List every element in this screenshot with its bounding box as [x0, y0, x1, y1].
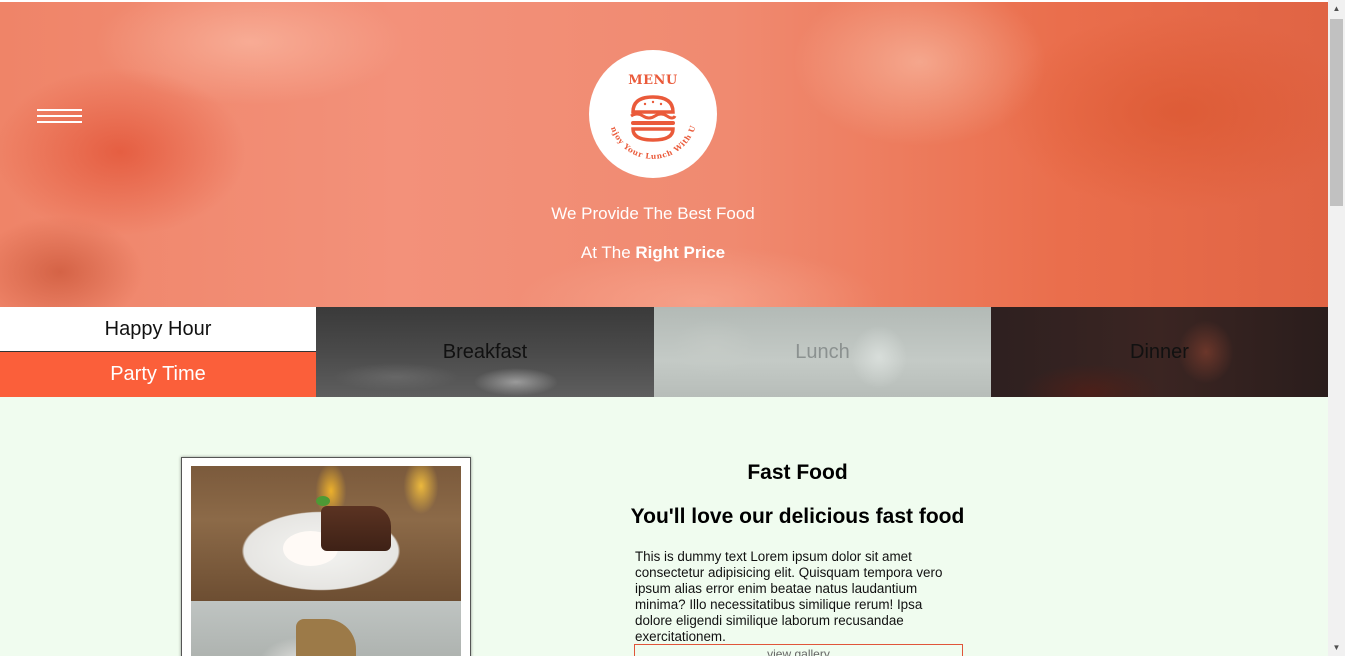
section-subtitle: You'll love our delicious fast food — [630, 505, 965, 528]
hamburger-menu-icon[interactable] — [37, 109, 82, 125]
page: MENU Enjoy Your Lunch With Us We Provi — [0, 0, 1328, 656]
happy-hour-button[interactable]: Happy Hour — [0, 307, 316, 352]
dinner-tile[interactable]: Dinner — [991, 307, 1328, 397]
meal-menu-bar: Happy Hour Party Time Breakfast Lunch Di… — [0, 307, 1328, 397]
section-title: Fast Food — [747, 461, 848, 484]
hero-banner: MENU Enjoy Your Lunch With Us We Provi — [0, 0, 1328, 307]
food-photo-card — [181, 457, 471, 656]
tagline-primary: We Provide The Best Food — [551, 204, 755, 223]
lunch-label: Lunch — [795, 341, 850, 363]
scroll-up-arrow-icon[interactable]: ▲ — [1328, 0, 1345, 17]
breakfast-tile[interactable]: Breakfast — [316, 307, 654, 397]
section-description: This is dummy text Lorem ipsum dolor sit… — [635, 549, 943, 644]
scroll-thumb[interactable] — [1330, 19, 1343, 206]
tagline-secondary-emphasis: Right Price — [635, 243, 726, 262]
tagline-secondary-prefix: At The — [580, 243, 636, 262]
breakfast-label: Breakfast — [442, 341, 528, 363]
party-time-button[interactable]: Party Time — [0, 352, 316, 397]
vertical-scrollbar[interactable]: ▲ ▼ — [1328, 0, 1345, 656]
pie-photo — [191, 601, 461, 656]
restaurant-logo[interactable]: MENU Enjoy Your Lunch With Us — [589, 50, 717, 178]
lunch-tile[interactable]: Lunch — [654, 307, 991, 397]
svg-text:Enjoy Your Lunch With Us: Enjoy Your Lunch With Us — [589, 50, 698, 161]
cake-photo — [191, 466, 461, 601]
logo-tagline: Enjoy Your Lunch With Us — [589, 50, 697, 161]
view-gallery-button[interactable]: view gallery — [634, 644, 963, 656]
dinner-label: Dinner — [1130, 341, 1189, 363]
scroll-down-arrow-icon[interactable]: ▼ — [1328, 639, 1345, 656]
tagline-secondary: At The Right Price — [0, 243, 1306, 263]
burger-icon: Enjoy Your Lunch With Us — [589, 50, 698, 161]
